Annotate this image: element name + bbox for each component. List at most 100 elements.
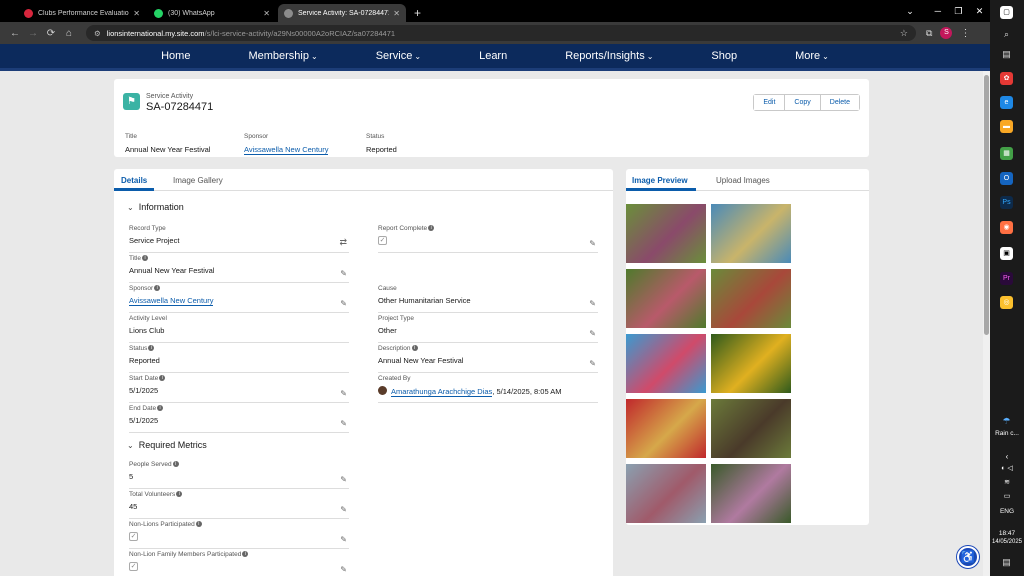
accessibility-icon[interactable]: ♿ bbox=[957, 546, 979, 568]
info-icon[interactable]: i bbox=[159, 375, 166, 381]
gallery-thumbnail[interactable] bbox=[711, 269, 791, 328]
restore-icon[interactable]: ❐ bbox=[954, 6, 962, 17]
info-icon[interactable]: i bbox=[411, 345, 418, 351]
tab-upload-images[interactable]: Upload Images bbox=[716, 176, 770, 185]
premiere-icon[interactable]: Pr bbox=[1000, 272, 1013, 285]
nav-more[interactable]: More ⌄ bbox=[766, 50, 858, 62]
gallery-thumbnail[interactable] bbox=[626, 269, 706, 328]
home-icon[interactable]: ⌂ bbox=[60, 28, 78, 39]
clock-time[interactable]: 18:47 bbox=[990, 530, 1024, 537]
info-icon[interactable]: i bbox=[428, 225, 435, 231]
close-icon[interactable]: ✕ bbox=[393, 9, 400, 18]
edit-pencil-icon[interactable]: ✎ bbox=[340, 269, 347, 278]
tab-search-icon[interactable]: ⌄ bbox=[900, 0, 920, 22]
info-icon[interactable]: i bbox=[176, 491, 183, 497]
chevron-up-icon[interactable]: ‹ bbox=[990, 452, 1024, 461]
menu-kebab-icon[interactable]: ⋮ bbox=[960, 28, 970, 39]
close-icon[interactable]: ✕ bbox=[263, 9, 270, 18]
nav-membership[interactable]: Membership ⌄ bbox=[219, 50, 346, 62]
edit-pencil-icon[interactable]: ✎ bbox=[340, 565, 347, 574]
tab-image-gallery[interactable]: Image Gallery bbox=[173, 176, 223, 185]
section-information[interactable]: ⌄ Information bbox=[127, 202, 184, 212]
new-tab-button[interactable]: + bbox=[408, 4, 427, 22]
info-icon[interactable]: i bbox=[157, 405, 164, 411]
clock-date[interactable]: 14/05/2025 bbox=[990, 539, 1024, 545]
sponsor-link[interactable]: Avissawella New Century bbox=[244, 145, 329, 155]
non-lions-checkbox[interactable]: ✓ bbox=[129, 532, 138, 541]
browser-tab-clubs-performance[interactable]: Clubs Performance Evaluation S ✕ bbox=[18, 4, 146, 22]
info-icon[interactable]: i bbox=[148, 345, 155, 351]
photos-app-icon[interactable]: ✿ bbox=[1000, 72, 1013, 85]
sponsor-link[interactable]: Avissawella New Century bbox=[129, 296, 214, 306]
delete-button[interactable]: Delete bbox=[819, 95, 859, 110]
network-icon[interactable]: ≋ bbox=[990, 478, 1024, 486]
volume-icon[interactable]: ◐ ◁ bbox=[990, 464, 1024, 472]
weather-text[interactable]: Rain c... bbox=[990, 430, 1024, 437]
chat-icon[interactable]: ▤ bbox=[1000, 556, 1013, 569]
outlook-icon[interactable]: O bbox=[1000, 172, 1013, 185]
notification-icon[interactable]: ▢ bbox=[1000, 6, 1013, 19]
gallery-thumbnail[interactable] bbox=[711, 464, 791, 523]
app-icon[interactable]: ▣ bbox=[1000, 247, 1013, 260]
edit-pencil-icon[interactable]: ✎ bbox=[340, 389, 347, 398]
edit-pencil-icon[interactable]: ✎ bbox=[340, 535, 347, 544]
file-explorer-icon[interactable]: ▬ bbox=[1000, 120, 1013, 133]
edit-pencil-icon[interactable]: ✎ bbox=[340, 505, 347, 514]
back-icon[interactable]: ← bbox=[6, 28, 24, 39]
nav-learn[interactable]: Learn bbox=[450, 50, 536, 62]
report-complete-checkbox[interactable]: ✓ bbox=[378, 236, 387, 245]
info-icon[interactable]: i bbox=[142, 255, 149, 261]
tab-details[interactable]: Details bbox=[121, 176, 147, 185]
nav-service[interactable]: Service ⌄ bbox=[347, 50, 450, 62]
scrollbar-thumb[interactable] bbox=[984, 75, 989, 335]
edit-pencil-icon[interactable]: ✎ bbox=[340, 299, 347, 308]
nav-shop[interactable]: Shop bbox=[682, 50, 766, 62]
gallery-thumbnail[interactable] bbox=[626, 464, 706, 523]
change-record-type-icon[interactable]: ⇄ bbox=[339, 237, 347, 248]
edit-pencil-icon[interactable]: ✎ bbox=[589, 299, 596, 308]
bookmark-star-icon[interactable]: ☆ bbox=[900, 28, 908, 39]
gallery-thumbnail[interactable] bbox=[626, 399, 706, 458]
nav-home[interactable]: Home bbox=[132, 50, 219, 62]
gallery-thumbnail[interactable] bbox=[626, 204, 706, 263]
task-view-icon[interactable]: ▤ bbox=[1000, 48, 1013, 61]
page-scrollbar[interactable] bbox=[983, 71, 990, 576]
close-icon[interactable]: ✕ bbox=[133, 9, 140, 18]
edit-button[interactable]: Edit bbox=[754, 95, 785, 110]
profile-avatar[interactable]: S bbox=[940, 27, 953, 39]
info-icon[interactable]: i bbox=[154, 285, 161, 291]
battery-icon[interactable]: ▭ bbox=[990, 492, 1024, 500]
edit-pencil-icon[interactable]: ✎ bbox=[589, 329, 596, 338]
info-icon[interactable]: i bbox=[172, 461, 179, 467]
language-indicator[interactable]: ENG bbox=[990, 508, 1024, 515]
extensions-icon[interactable]: ⧉ bbox=[926, 28, 932, 39]
edit-pencil-icon[interactable]: ✎ bbox=[589, 359, 596, 368]
edit-pencil-icon[interactable]: ✎ bbox=[340, 419, 347, 428]
photoshop-icon[interactable]: Ps bbox=[1000, 196, 1013, 209]
non-lion-family-checkbox[interactable]: ✓ bbox=[129, 562, 138, 571]
browser-tab-service-activity[interactable]: Service Activity: SA-07284471 ✕ bbox=[278, 4, 406, 22]
browser-tab-whatsapp[interactable]: (30) WhatsApp ✕ bbox=[148, 4, 276, 22]
store-app-icon[interactable]: ▦ bbox=[1000, 147, 1013, 160]
nav-reports-insights[interactable]: Reports/Insights ⌄ bbox=[536, 50, 682, 62]
info-icon[interactable]: i bbox=[242, 551, 249, 557]
forward-icon[interactable]: → bbox=[24, 28, 42, 39]
gallery-thumbnail[interactable] bbox=[711, 334, 791, 393]
edit-pencil-icon[interactable]: ✎ bbox=[589, 239, 596, 248]
edge-browser-icon[interactable]: e bbox=[1000, 96, 1013, 109]
gallery-thumbnail[interactable] bbox=[711, 204, 791, 263]
chrome-icon[interactable]: ◎ bbox=[1000, 296, 1013, 309]
info-icon[interactable]: i bbox=[195, 521, 202, 527]
search-icon[interactable]: ⌕ bbox=[1000, 28, 1013, 41]
copy-button[interactable]: Copy bbox=[784, 95, 820, 110]
gallery-thumbnail[interactable] bbox=[626, 334, 706, 393]
close-window-icon[interactable]: ✕ bbox=[976, 6, 984, 17]
tab-image-preview[interactable]: Image Preview bbox=[632, 176, 688, 185]
section-required-metrics[interactable]: ⌄ Required Metrics bbox=[127, 440, 207, 450]
site-info-icon[interactable]: ⚙ bbox=[94, 29, 101, 38]
reload-icon[interactable]: ⟳ bbox=[42, 28, 60, 39]
created-by-link[interactable]: Amarathunga Arachchige Dias bbox=[391, 387, 493, 397]
url-bar[interactable]: ⚙ lionsinternational.my.site.com/s/lci-s… bbox=[86, 25, 916, 41]
gallery-thumbnail[interactable] bbox=[711, 399, 791, 458]
edit-pencil-icon[interactable]: ✎ bbox=[340, 475, 347, 484]
